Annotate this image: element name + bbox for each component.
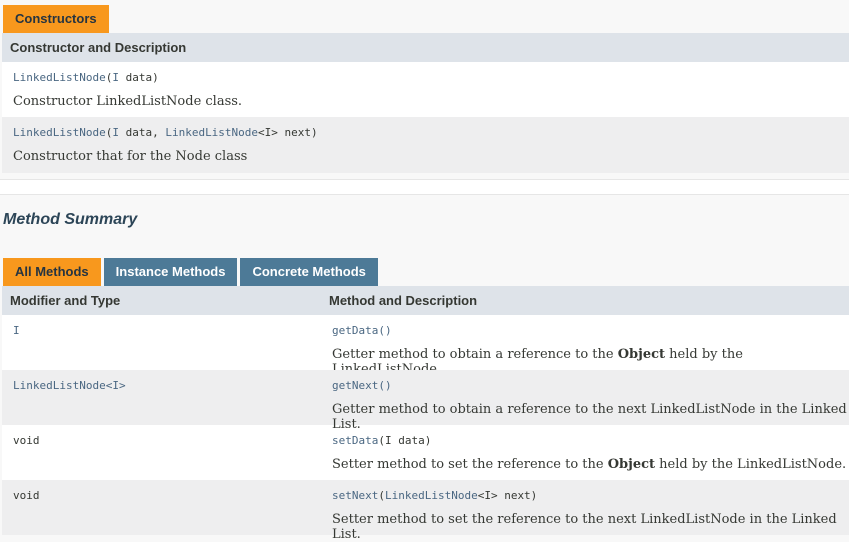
constructor-link[interactable]: LinkedListNode bbox=[13, 71, 106, 84]
return-type: void bbox=[13, 489, 40, 502]
type-link[interactable]: I bbox=[112, 126, 119, 139]
param-text: data bbox=[118, 71, 153, 84]
divider bbox=[0, 194, 849, 195]
header-modifier-type: Modifier and Type bbox=[10, 293, 121, 308]
method-params: <I> next) bbox=[477, 489, 538, 502]
paren: ( bbox=[378, 489, 385, 502]
desc-text: Getter method to obtain a reference to t… bbox=[332, 347, 618, 362]
method-params: () bbox=[378, 379, 392, 392]
method-table-header: Modifier and Type Method and Description bbox=[2, 286, 849, 315]
constructor-row: LinkedListNode(I data, LinkedListNode<I>… bbox=[2, 117, 849, 173]
type-link[interactable]: LinkedListNode bbox=[385, 489, 478, 502]
constructor-signature: LinkedListNode(I data, LinkedListNode<I>… bbox=[13, 126, 318, 139]
tab-instance-methods[interactable]: Instance Methods bbox=[103, 258, 238, 286]
return-type-link[interactable]: I bbox=[13, 324, 20, 337]
desc-text: Setter method to set the reference to th… bbox=[332, 512, 837, 542]
constructor-signature: LinkedListNode(I data) bbox=[13, 71, 159, 84]
method-description: Setter method to set the reference to th… bbox=[332, 512, 849, 542]
method-link[interactable]: setData bbox=[332, 434, 378, 447]
method-row: void setData(I data) Setter method to se… bbox=[2, 425, 849, 480]
method-description: Setter method to set the reference to th… bbox=[332, 457, 846, 472]
method-link[interactable]: getData bbox=[332, 324, 378, 337]
method-table: Modifier and Type Method and Description… bbox=[2, 286, 849, 542]
header-method-description: Method and Description bbox=[329, 293, 478, 308]
desc-bold: Object bbox=[617, 347, 666, 362]
constructor-description: Constructor that for the Node class bbox=[13, 149, 248, 164]
method-row: LinkedListNode<I> getNext() Getter metho… bbox=[2, 370, 849, 432]
constructor-table: Constructor and Description LinkedListNo… bbox=[2, 33, 849, 173]
method-params: (I data) bbox=[378, 434, 432, 447]
desc-text: held by the LinkedListNode. bbox=[655, 457, 847, 472]
constructor-table-header: Constructor and Description bbox=[2, 33, 849, 62]
method-link[interactable]: setNext bbox=[332, 489, 378, 502]
tab-all-methods[interactable]: All Methods bbox=[3, 258, 101, 286]
tab-concrete-methods[interactable]: Concrete Methods bbox=[240, 258, 378, 286]
method-tabs: All Methods Instance Methods Concrete Me… bbox=[3, 258, 381, 286]
param-text: ) bbox=[152, 71, 159, 84]
return-type: void bbox=[13, 434, 40, 447]
method-signature: setNext(LinkedListNode<I> next) bbox=[332, 489, 537, 502]
method-signature: getData() bbox=[332, 324, 392, 337]
desc-text: Setter method to set the reference to th… bbox=[332, 457, 608, 472]
method-summary-heading: Method Summary bbox=[3, 211, 138, 228]
constructor-link[interactable]: LinkedListNode bbox=[13, 126, 106, 139]
constructor-description: Constructor LinkedListNode class. bbox=[13, 94, 243, 109]
method-link[interactable]: getNext bbox=[332, 379, 378, 392]
param-text: data, bbox=[118, 126, 166, 139]
param-text: <I> next) bbox=[258, 126, 318, 139]
type-link[interactable]: I bbox=[112, 71, 119, 84]
return-type-link[interactable]: LinkedListNode<I> bbox=[13, 379, 126, 392]
constructors-caption: Constructors bbox=[3, 5, 109, 33]
section-spacer bbox=[0, 180, 849, 194]
method-row: I getData() Getter method to obtain a re… bbox=[2, 315, 849, 377]
desc-bold: Object bbox=[607, 457, 656, 472]
constructor-row: LinkedListNode(I data) Constructor Linke… bbox=[2, 62, 849, 117]
method-row: void setNext(LinkedListNode<I> next) Set… bbox=[2, 480, 849, 542]
method-signature: setData(I data) bbox=[332, 434, 431, 447]
type-link[interactable]: LinkedListNode bbox=[165, 126, 258, 139]
method-params: () bbox=[378, 324, 392, 337]
method-signature: getNext() bbox=[332, 379, 392, 392]
